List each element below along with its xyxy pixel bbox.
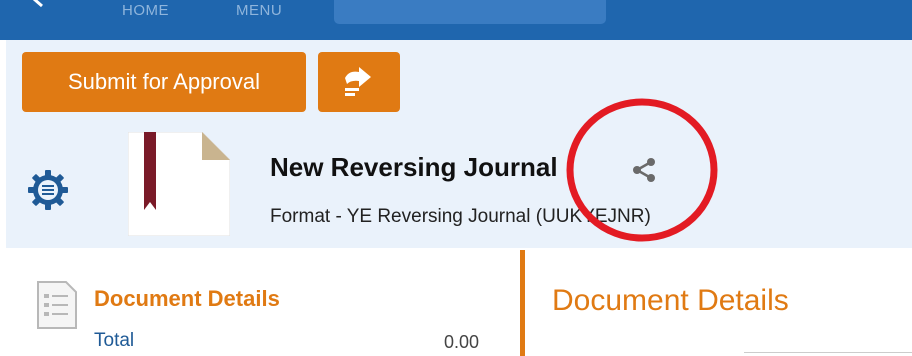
section-divider bbox=[520, 250, 525, 356]
nav-menu[interactable]: MENU bbox=[236, 2, 282, 19]
content-rule bbox=[744, 352, 912, 353]
document-details-icon bbox=[37, 281, 77, 329]
back-arrow-icon[interactable] bbox=[28, 0, 50, 10]
total-label: Total bbox=[94, 330, 135, 351]
document-title: New Reversing Journal bbox=[270, 152, 558, 182]
nav-home[interactable]: HOME bbox=[122, 2, 169, 19]
total-value: 0.00 bbox=[444, 332, 480, 352]
document-details-heading: Document Details bbox=[94, 286, 280, 311]
document-details-main-heading: Document Details bbox=[552, 284, 789, 317]
highlight-circle-annotation bbox=[566, 98, 718, 242]
search-box[interactable] bbox=[334, 0, 606, 24]
forward-action-button[interactable] bbox=[318, 52, 400, 112]
top-nav-bar: HOME MENU bbox=[0, 0, 912, 40]
forward-arrow-icon bbox=[345, 67, 371, 96]
bookmarked-document-icon bbox=[128, 132, 230, 236]
submit-for-approval-button[interactable]: Submit for Approval bbox=[22, 52, 306, 112]
gear-icon[interactable] bbox=[26, 168, 70, 212]
